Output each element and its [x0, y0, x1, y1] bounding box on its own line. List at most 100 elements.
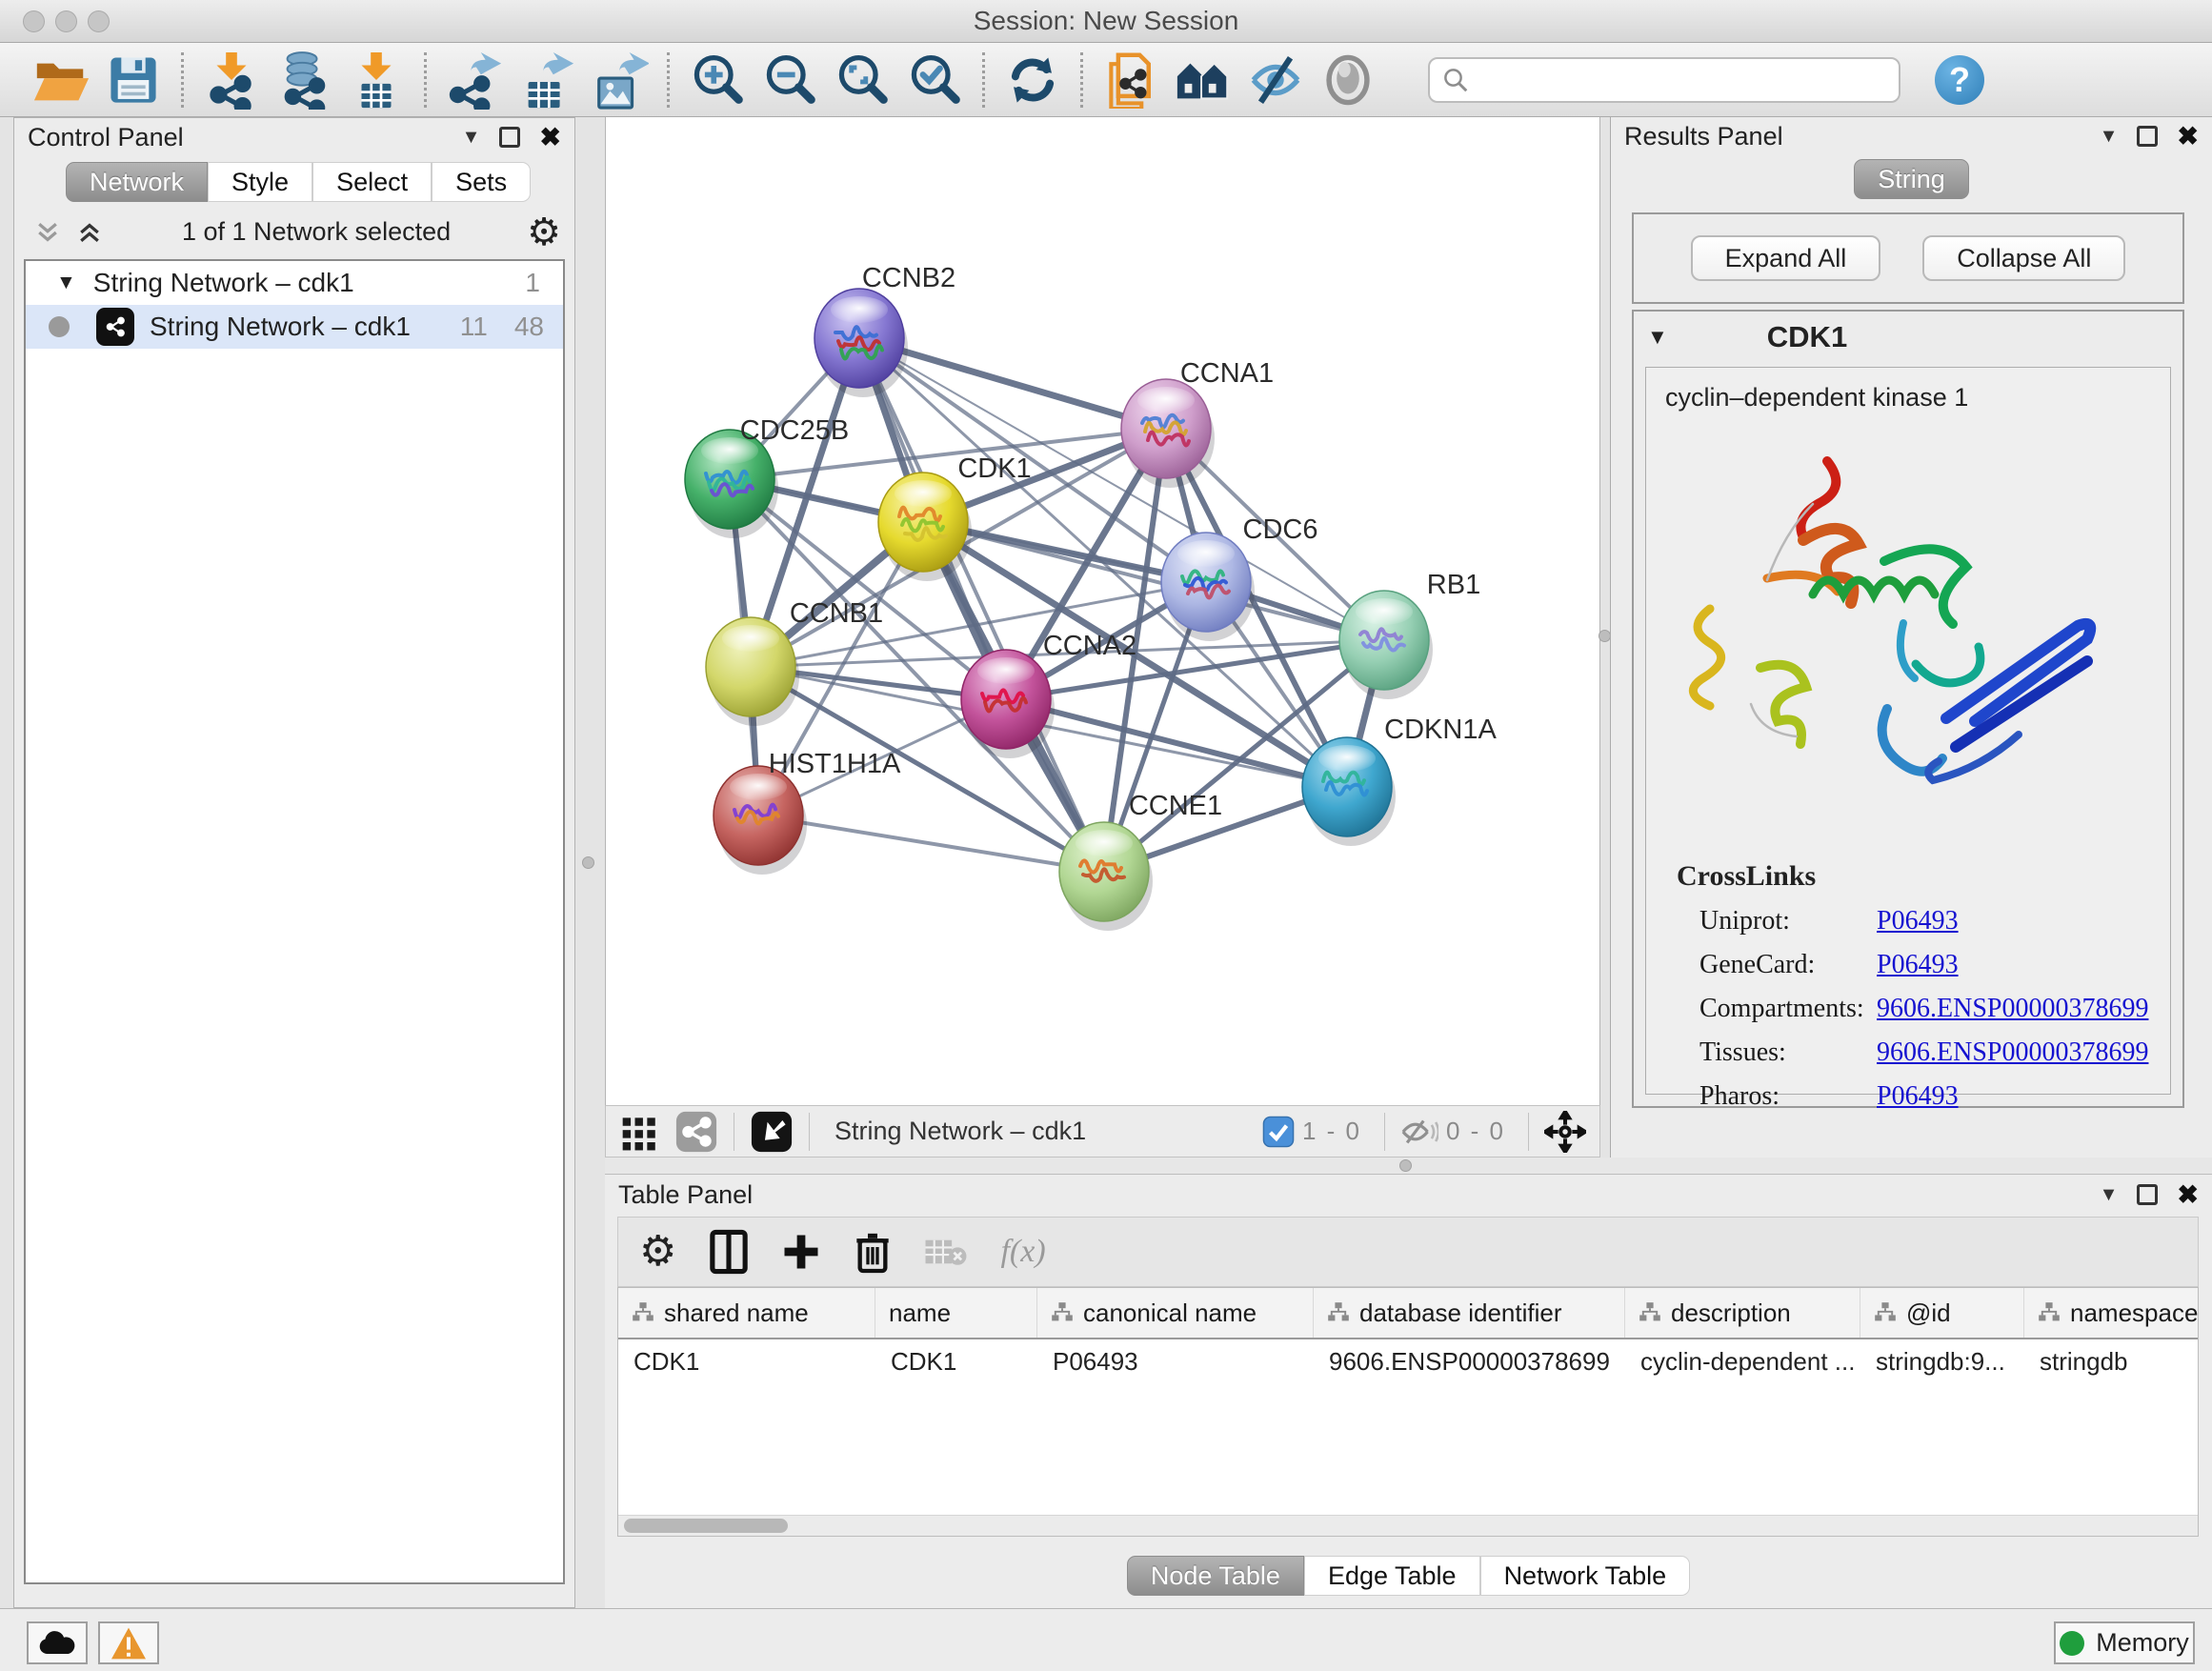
crosslink-link[interactable]: P06493 — [1877, 1081, 1959, 1112]
column-header-@id[interactable]: @id — [1860, 1288, 2024, 1338]
column-header-namespace[interactable]: namespace — [2024, 1288, 2212, 1338]
selected-checkbox-icon[interactable] — [1262, 1116, 1295, 1148]
divider-handle[interactable] — [1399, 1159, 1412, 1172]
tab-style[interactable]: Style — [208, 162, 312, 202]
zoom-out-button[interactable] — [754, 49, 826, 111]
crosslink-link[interactable]: P06493 — [1877, 906, 1959, 936]
panel-float-icon[interactable] — [2137, 126, 2158, 147]
zoom-in-button[interactable] — [681, 49, 754, 111]
cell-database-identifier[interactable]: 9606.ENSP00000378699 — [1314, 1347, 1625, 1377]
left-divider-handle[interactable] — [582, 856, 594, 869]
expand-all-button[interactable]: Expand All — [1691, 235, 1881, 281]
panel-menu-icon[interactable]: ▼ — [462, 127, 481, 149]
function-builder-icon[interactable]: f(x) — [1000, 1234, 1045, 1270]
column-header-description[interactable]: description — [1625, 1288, 1860, 1338]
crosslink-link[interactable]: 9606.ENSP00000378699 — [1877, 1037, 2148, 1068]
open-session-button[interactable] — [25, 49, 97, 111]
gear-icon[interactable]: ⚙ — [527, 218, 561, 247]
import-network-from-file-button[interactable] — [195, 49, 268, 111]
export-table-button[interactable] — [511, 49, 583, 111]
window-zoom-button[interactable] — [88, 10, 110, 32]
apply-layout-button[interactable] — [996, 49, 1069, 111]
tree-expander-icon[interactable]: ▼ — [56, 272, 76, 294]
tab-string[interactable]: String — [1854, 159, 1969, 199]
tab-network[interactable]: Network — [66, 162, 208, 202]
network-row-selected[interactable]: String Network – cdk1 11 48 — [26, 305, 563, 349]
crosslinks-title: CrossLinks — [1677, 860, 2170, 893]
edge-CCNB2-CCNE1[interactable] — [859, 338, 1104, 872]
clone-network-button[interactable] — [1095, 49, 1167, 111]
crosslink-link[interactable]: P06493 — [1877, 950, 1959, 980]
hidden-eye-icon[interactable] — [1400, 1117, 1438, 1146]
cell-description[interactable]: cyclin-dependent ... — [1625, 1347, 1860, 1377]
gene-section-header[interactable]: ▼ CDK1 — [1634, 312, 2182, 363]
cell-namespace[interactable]: stringdb — [2024, 1347, 2212, 1377]
fit-selected-crosshair-icon[interactable] — [1544, 1111, 1586, 1153]
string-share-icon[interactable] — [674, 1110, 718, 1154]
scrollbar-handle[interactable] — [624, 1519, 788, 1533]
network-node-CCNB2[interactable]: CCNB2 — [814, 263, 955, 397]
collapse-all-icon[interactable] — [31, 218, 64, 247]
panel-close-icon[interactable]: ✖ — [539, 123, 561, 152]
network-node-CCNE1[interactable]: CCNE1 — [1059, 791, 1222, 931]
tab-edge-table[interactable]: Edge Table — [1304, 1556, 1480, 1596]
save-session-button[interactable] — [97, 49, 170, 111]
add-column-icon[interactable] — [781, 1232, 821, 1272]
show-graphics-details-button[interactable] — [1312, 49, 1384, 111]
table-row[interactable]: CDK1CDK1P064939606.ENSP00000378699cyclin… — [618, 1339, 2198, 1383]
enhanced-graphics-toggle-button[interactable] — [1239, 49, 1312, 111]
zoom-fit-content-button[interactable] — [826, 49, 898, 111]
panel-close-icon[interactable]: ✖ — [2177, 1180, 2199, 1210]
delete-table-icon[interactable] — [924, 1234, 968, 1270]
warnings-button[interactable] — [98, 1621, 159, 1664]
open-in-new-window-icon[interactable] — [750, 1110, 794, 1154]
network-node-CDC25B[interactable]: CDC25B — [685, 415, 849, 538]
network-node-CDKN1A[interactable]: CDKN1A — [1302, 715, 1497, 846]
window-minimize-button[interactable] — [55, 10, 77, 32]
collapse-all-button[interactable]: Collapse All — [1922, 235, 2125, 281]
string-home-button[interactable] — [1167, 49, 1239, 111]
network-node-CDC6[interactable]: CDC6 — [1161, 514, 1317, 641]
tab-sets[interactable]: Sets — [432, 162, 531, 202]
crosslink-link[interactable]: 9606.ENSP00000378699 — [1877, 994, 2148, 1024]
cell-name[interactable]: CDK1 — [875, 1347, 1037, 1377]
network-collection-row[interactable]: ▼ String Network – cdk1 1 — [26, 261, 563, 305]
network-node-CCNA1[interactable]: CCNA1 — [1121, 358, 1274, 488]
network-node-RB1[interactable]: RB1 — [1339, 570, 1480, 699]
column-header-shared-name[interactable]: shared name — [618, 1288, 875, 1338]
help-button[interactable]: ? — [1935, 55, 1984, 105]
cell-shared-name[interactable]: CDK1 — [618, 1347, 875, 1377]
network-node-HIST1H1A[interactable]: HIST1H1A — [714, 749, 901, 875]
panel-float-icon[interactable] — [2137, 1184, 2158, 1205]
search-input[interactable] — [1470, 65, 1870, 94]
table-horizontal-scrollbar[interactable] — [618, 1515, 2198, 1536]
tab-select[interactable]: Select — [312, 162, 432, 202]
grid-icon[interactable] — [619, 1111, 661, 1153]
expand-all-icon[interactable] — [73, 218, 106, 247]
column-header-name[interactable]: name — [875, 1288, 1037, 1338]
cell-@id[interactable]: stringdb:9... — [1860, 1347, 2024, 1377]
search-field[interactable] — [1428, 57, 1900, 103]
cloud-button[interactable] — [27, 1621, 88, 1664]
panel-menu-icon[interactable]: ▼ — [2100, 126, 2119, 148]
export-network-button[interactable] — [438, 49, 511, 111]
cell-canonical-name[interactable]: P06493 — [1037, 1347, 1314, 1377]
zoom-selected-button[interactable] — [898, 49, 971, 111]
tab-network-table[interactable]: Network Table — [1480, 1556, 1691, 1596]
window-close-button[interactable] — [23, 10, 45, 32]
panel-menu-icon[interactable]: ▼ — [2100, 1184, 2119, 1206]
memory-button[interactable]: Memory — [2054, 1621, 2195, 1664]
section-expander-icon[interactable]: ▼ — [1647, 325, 1668, 350]
show-columns-icon[interactable] — [709, 1229, 749, 1275]
panel-close-icon[interactable]: ✖ — [2177, 122, 2199, 151]
tab-node-table[interactable]: Node Table — [1127, 1556, 1304, 1596]
delete-column-trash-icon[interactable] — [854, 1229, 892, 1275]
import-network-from-database-button[interactable] — [268, 49, 340, 111]
table-settings-gear-icon[interactable]: ⚙ — [639, 1231, 676, 1273]
panel-float-icon[interactable] — [499, 127, 520, 148]
column-header-database-identifier[interactable]: database identifier — [1314, 1288, 1625, 1338]
network-view-canvas[interactable]: CCNB2CCNA1CDC25BCDK1CDC6RB1CCNB1CCNA2CDK… — [605, 117, 1600, 1105]
column-header-canonical-name[interactable]: canonical name — [1037, 1288, 1314, 1338]
export-image-button[interactable] — [583, 49, 655, 111]
import-table-from-file-button[interactable] — [340, 49, 412, 111]
